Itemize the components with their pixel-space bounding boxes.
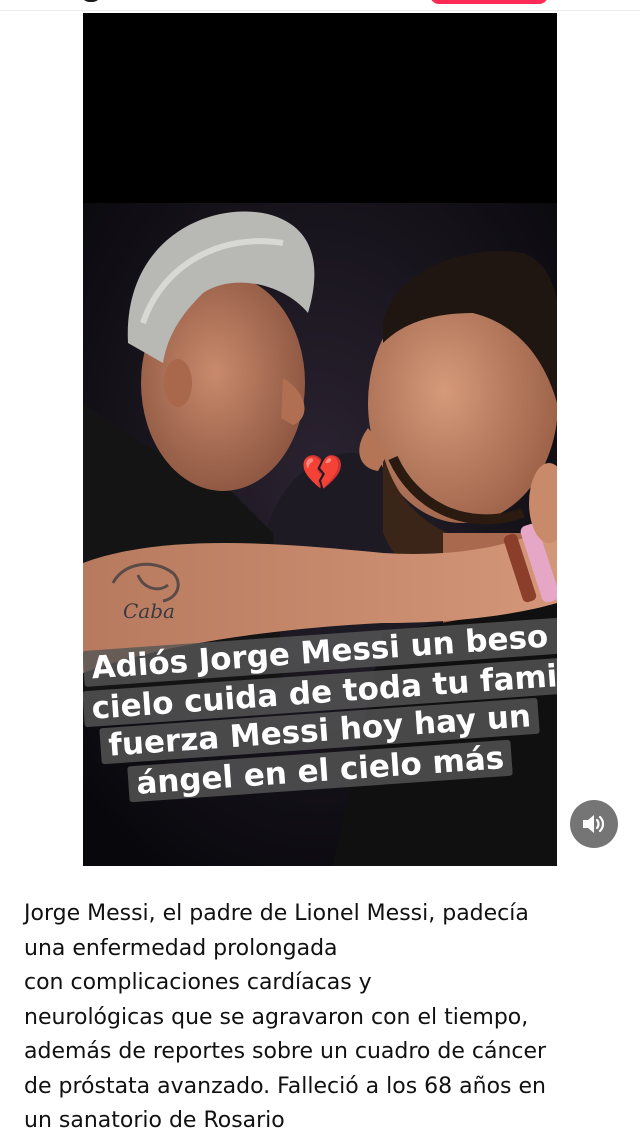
speaker-sound-icon (583, 815, 605, 833)
broken-heart-emoji: 💔 (301, 453, 344, 493)
top-toolbar-cropped (0, 0, 640, 11)
article-line: de próstata avanzado. Falleció a los 68 … (24, 1073, 546, 1099)
video-caption: Adiós Jorge Messi un beso al cielo cuida… (83, 615, 557, 803)
article-line: Jorge Messi, el padre de Lionel Messi, p… (24, 901, 529, 926)
article-line: una enfermedad prolongada (24, 935, 338, 961)
article-line: un sanatorio de Rosario (24, 1108, 285, 1133)
cropped-icon (80, 0, 102, 2)
article-line: neurológicas que se agravaron con el tie… (24, 1004, 529, 1030)
top-action-button[interactable] (430, 0, 548, 4)
video-player[interactable]: Caba 💔 Adiós Jorge Messi un beso al ciel… (83, 13, 557, 866)
article-line: con complicaciones cardíacas y (24, 970, 372, 995)
sound-toggle-button[interactable] (570, 800, 618, 848)
article-line: además de reportes sobre un cuadro de cá… (24, 1039, 547, 1064)
post-page: Caba 💔 Adiós Jorge Messi un beso al ciel… (0, 0, 640, 1139)
tattoo-text: Caba (123, 599, 175, 623)
article-body: Jorge Messi, el padre de Lionel Messi, p… (24, 897, 624, 1139)
divider (0, 10, 640, 11)
